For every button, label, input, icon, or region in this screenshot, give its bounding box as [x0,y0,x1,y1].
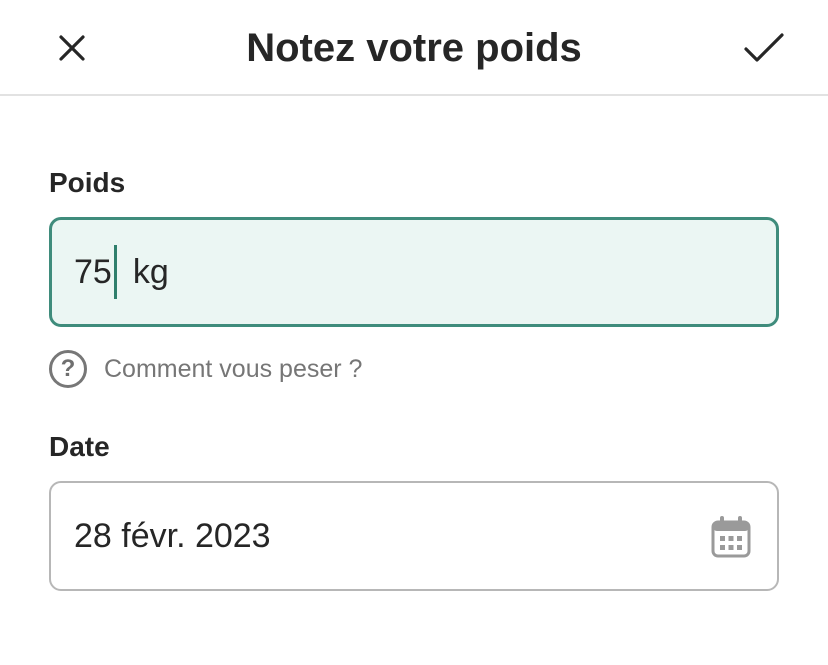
weighing-help-link[interactable]: ? Comment vous peser ? [49,347,362,391]
weight-unit: kg [132,252,169,291]
close-icon [59,35,85,61]
question-circle-icon: ? [49,350,87,388]
date-label: Date [49,431,110,462]
close-button[interactable] [48,24,96,72]
date-value: 28 févr. 2023 [74,516,271,555]
calendar-icon[interactable] [711,515,751,559]
header-bar: Notez votre poids [0,0,828,96]
weight-value: 75 [74,252,112,291]
confirm-button[interactable] [740,24,788,72]
weight-label: Poids [49,167,126,198]
date-field[interactable]: 28 févr. 2023 [49,481,779,591]
help-link-text: Comment vous peser ? [104,354,363,383]
weight-input[interactable]: 75 kg [49,217,779,327]
checkmark-icon [744,33,784,62]
weight-entry-screen: Notez votre poids Poids 75 kg ? Comment … [0,0,828,665]
text-caret [113,245,117,299]
page-title: Notez votre poids [246,26,582,70]
